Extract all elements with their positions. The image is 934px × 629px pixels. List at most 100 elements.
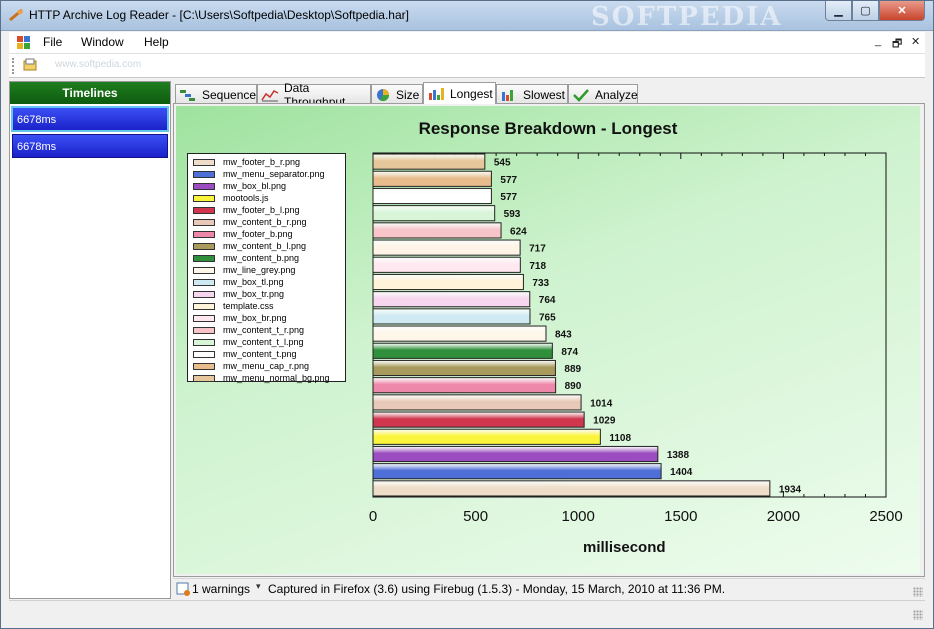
app-status-bar [9, 600, 925, 622]
bar [372, 394, 582, 411]
bar [372, 342, 553, 359]
x-tick-label: 1000 [562, 508, 595, 525]
menu-help[interactable]: Help [144, 35, 169, 49]
tab-size[interactable]: Size [371, 84, 423, 104]
softpedia-url-watermark: www.softpedia.com [55, 59, 142, 70]
maximize-icon: ▢ [860, 5, 871, 17]
close-button[interactable]: ✕ [879, 1, 925, 21]
open-file-icon[interactable] [23, 58, 37, 72]
bar-chart: 0 500 1000 1500 2000 2500 545 577 577 593 624717 71… [369, 152, 903, 525]
softpedia-watermark: SOFTPEDIA [591, 2, 783, 32]
tab-strip: Sequence Data Throughput Size Longest Sl… [173, 81, 925, 109]
mdi-restore-button[interactable]: 🗗 [892, 35, 902, 54]
tab-sequence[interactable]: Sequence [175, 84, 257, 104]
bar [372, 411, 585, 428]
bar-value-label: 733 [532, 278, 549, 289]
bar-chart-icon [502, 89, 513, 101]
bar [372, 222, 502, 239]
capture-info: Captured in Firefox (3.6) using Firebug … [268, 582, 726, 596]
bar-value-label: 889 [564, 364, 581, 375]
bar [372, 377, 557, 394]
window-title: HTTP Archive Log Reader - [C:\Users\Soft… [29, 8, 409, 22]
tab-data-throughput[interactable]: Data Throughput [257, 81, 371, 109]
title-bar[interactable]: HTTP Archive Log Reader - [C:\Users\Soft… [1, 1, 933, 32]
bar-value-label: 1388 [667, 450, 690, 461]
minimize-button[interactable]: ▁ [825, 1, 852, 21]
bar [372, 480, 771, 497]
close-icon: ✕ [897, 5, 907, 17]
window-resize-grip[interactable] [913, 610, 923, 620]
bar-value-label: 874 [561, 347, 578, 358]
bar [372, 205, 496, 222]
tab-label: Slowest [523, 87, 566, 102]
tab-label: Longest [450, 86, 493, 101]
timeline-item[interactable]: 6678ms [11, 106, 169, 132]
bar [372, 187, 492, 205]
bar-value-label: 577 [500, 175, 517, 186]
app-icon [9, 8, 23, 22]
warnings-count[interactable]: 1 warnings [192, 582, 250, 596]
throughput-icon [261, 89, 279, 101]
bar-value-label: 1404 [670, 467, 693, 478]
menu-bar: File Window Help _ 🗗 ✕ [9, 32, 925, 54]
x-tick-label: 2500 [869, 508, 902, 525]
mdi-close-button[interactable]: ✕ [911, 35, 920, 48]
bar [372, 239, 521, 256]
bar [372, 463, 662, 480]
bar-value-label: 1014 [590, 398, 613, 409]
bar-value-label: 718 [529, 261, 546, 272]
bar-value-label: 1029 [593, 416, 616, 427]
chevron-down-icon[interactable]: ▾ [256, 581, 261, 592]
toolbar-grip[interactable] [12, 58, 15, 74]
warning-log-icon[interactable] [176, 582, 190, 596]
maximize-button[interactable]: ▢ [852, 1, 879, 21]
bar [372, 256, 521, 273]
tab-label: Analyze [595, 87, 638, 102]
bar [372, 445, 659, 463]
bar-value-label: 1108 [609, 433, 631, 444]
tab-longest[interactable]: Longest [423, 82, 496, 104]
sequence-icon [180, 89, 195, 101]
pie-chart-icon [377, 88, 389, 101]
bar-value-label: 1934 [779, 484, 802, 495]
bar [372, 428, 601, 445]
x-tick-label: 2000 [767, 508, 800, 525]
bar-value-label: 765 [539, 312, 556, 323]
bar [372, 273, 524, 291]
minimize-icon: ▁ [834, 5, 843, 17]
bar [372, 359, 556, 377]
bar-chart-icon [429, 87, 444, 100]
timelines-header: Timelines [10, 82, 170, 104]
bar-value-label: 890 [565, 381, 582, 392]
mdi-minimize-button[interactable]: _ [875, 35, 881, 47]
menu-window[interactable]: Window [81, 35, 124, 49]
toolbar: www.softpedia.com [9, 54, 925, 78]
tab-label: Size [396, 87, 420, 102]
mdi-child-icon[interactable] [17, 36, 31, 49]
app-window: HTTP Archive Log Reader - [C:\Users\Soft… [0, 0, 934, 629]
chart-status-bar: 1 warnings ▾ Captured in Firefox (3.6) u… [173, 578, 925, 599]
x-tick-label: 500 [463, 508, 488, 525]
x-tick-label: 0 [369, 508, 377, 525]
bar [372, 325, 547, 342]
x-axis-title: millisecond [583, 539, 666, 556]
bar [372, 308, 531, 325]
bar [372, 170, 492, 187]
tab-slowest[interactable]: Slowest [496, 84, 568, 104]
menu-file[interactable]: File [43, 35, 62, 49]
resize-grip[interactable] [913, 587, 923, 597]
bar [372, 291, 531, 308]
bar-value-label: 593 [504, 209, 521, 220]
bar-value-label: 843 [555, 330, 572, 341]
bar [372, 153, 486, 170]
chart-area: Response Breakdown - Longest mw_footer_b… [176, 106, 920, 574]
bar-value-label: 545 [494, 158, 511, 169]
bar-value-label: 577 [500, 192, 517, 203]
timelines-panel: Timelines 6678ms 6678ms [9, 81, 171, 599]
x-tick-label: 1500 [664, 508, 697, 525]
bar-value-label: 764 [539, 295, 556, 306]
timeline-item[interactable]: 6678ms [12, 134, 168, 158]
plot-frame [372, 152, 887, 498]
tab-analyze[interactable]: Analyze [568, 84, 638, 104]
checkmark-icon [573, 88, 589, 102]
